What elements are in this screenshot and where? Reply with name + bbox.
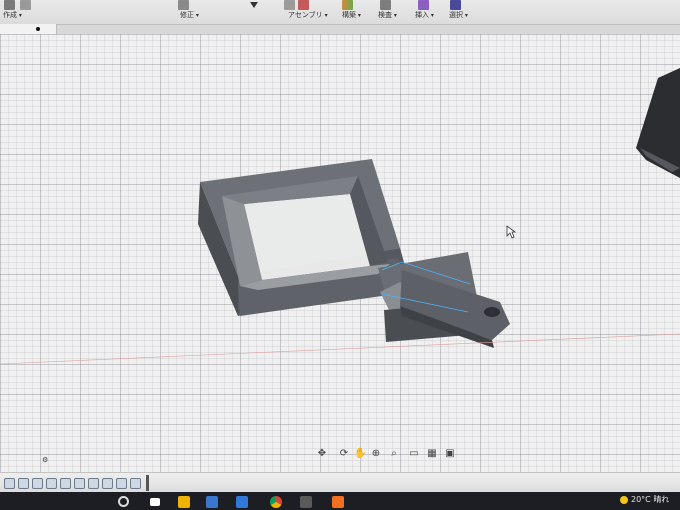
timeline-feature[interactable] bbox=[46, 478, 57, 489]
assemble-icon bbox=[298, 0, 309, 10]
timeline-feature[interactable] bbox=[60, 478, 71, 489]
model-body[interactable] bbox=[0, 34, 680, 472]
side-object[interactable] bbox=[632, 68, 680, 178]
modify-label: 修正 bbox=[180, 10, 199, 20]
select-label: 選択 bbox=[449, 10, 468, 20]
task-view-icon[interactable] bbox=[150, 498, 160, 506]
insert-menu[interactable]: 挿入 bbox=[412, 0, 440, 24]
construct-icon bbox=[342, 0, 353, 10]
display-settings-icon[interactable]: ▭ bbox=[408, 448, 420, 460]
timeline-feature[interactable] bbox=[74, 478, 85, 489]
mail-icon[interactable] bbox=[206, 496, 218, 508]
create-menu[interactable]: 作成 bbox=[0, 0, 40, 24]
move-icon[interactable]: ✥ bbox=[316, 448, 328, 460]
timeline-feature[interactable] bbox=[4, 478, 15, 489]
viewport-icon[interactable]: ▣ bbox=[444, 448, 456, 460]
weather-sun-icon bbox=[620, 495, 628, 504]
weather-temp: 20°C bbox=[631, 495, 651, 504]
select-menu[interactable]: 選択 bbox=[446, 0, 480, 24]
inspect-label: 検査 bbox=[378, 10, 397, 20]
insert-label: 挿入 bbox=[415, 10, 434, 20]
timeline-feature[interactable] bbox=[18, 478, 29, 489]
screen: 作成 修正 アセンブリ 構築 検査 挿入 選択 bbox=[0, 0, 680, 510]
weather-widget[interactable]: 20°C 晴れ bbox=[620, 494, 669, 505]
store-icon[interactable] bbox=[236, 496, 248, 508]
select-icon bbox=[450, 0, 461, 10]
file-explorer-icon[interactable] bbox=[178, 496, 190, 508]
assemble-label: アセンブリ bbox=[288, 10, 328, 20]
joint-icon bbox=[284, 0, 295, 10]
weather-desc: 晴れ bbox=[653, 495, 670, 504]
timeline-feature[interactable] bbox=[88, 478, 99, 489]
unsaved-indicator bbox=[36, 27, 40, 31]
create-icon bbox=[4, 0, 15, 10]
modify-icon bbox=[178, 0, 189, 10]
insert-icon bbox=[418, 0, 429, 10]
construct-label: 構築 bbox=[342, 10, 361, 20]
inspect-menu[interactable]: 検査 bbox=[374, 0, 406, 24]
inspect-icon bbox=[380, 0, 391, 10]
timeline-feature[interactable] bbox=[32, 478, 43, 489]
pan-icon[interactable]: ✋ bbox=[354, 448, 366, 460]
viewcube-menu-icon[interactable]: ⚙ bbox=[42, 456, 48, 464]
timeline bbox=[0, 472, 680, 493]
orbit-icon[interactable]: ⟳ bbox=[338, 448, 350, 460]
navigation-bar: ✥ ⟳ ✋ ⊕ ⌕ ▭ ▦ ▣ bbox=[316, 448, 466, 462]
more-modify-button[interactable] bbox=[248, 0, 262, 24]
search-icon[interactable] bbox=[118, 496, 129, 507]
create-label: 作成 bbox=[3, 10, 22, 20]
toolbar: 作成 修正 アセンブリ 構築 検査 挿入 選択 bbox=[0, 0, 680, 25]
zoom-window-icon[interactable]: ⌕ bbox=[388, 448, 400, 460]
timeline-marker[interactable] bbox=[146, 475, 149, 491]
zoom-icon[interactable]: ⊕ bbox=[370, 448, 382, 460]
cursor-icon bbox=[506, 225, 516, 239]
frame-inner-opening bbox=[244, 194, 370, 280]
timeline-feature[interactable] bbox=[116, 478, 127, 489]
chrome-icon[interactable] bbox=[270, 496, 282, 508]
timeline-feature[interactable] bbox=[102, 478, 113, 489]
windows-taskbar bbox=[0, 492, 680, 510]
grid-settings-icon[interactable]: ▦ bbox=[426, 448, 438, 460]
timeline-feature[interactable] bbox=[130, 478, 141, 489]
construct-menu[interactable]: 構築 bbox=[338, 0, 368, 24]
fusion-icon[interactable] bbox=[332, 496, 344, 508]
modify-menu[interactable]: 修正 bbox=[176, 0, 236, 24]
app-icon[interactable] bbox=[300, 496, 312, 508]
chevron-down-icon bbox=[250, 2, 258, 8]
3d-viewport[interactable] bbox=[0, 34, 680, 472]
assemble-menu[interactable]: アセンブリ bbox=[282, 0, 328, 24]
hinge-hole bbox=[484, 307, 500, 317]
sketch-icon bbox=[20, 0, 31, 10]
x-axis-line bbox=[0, 333, 680, 365]
